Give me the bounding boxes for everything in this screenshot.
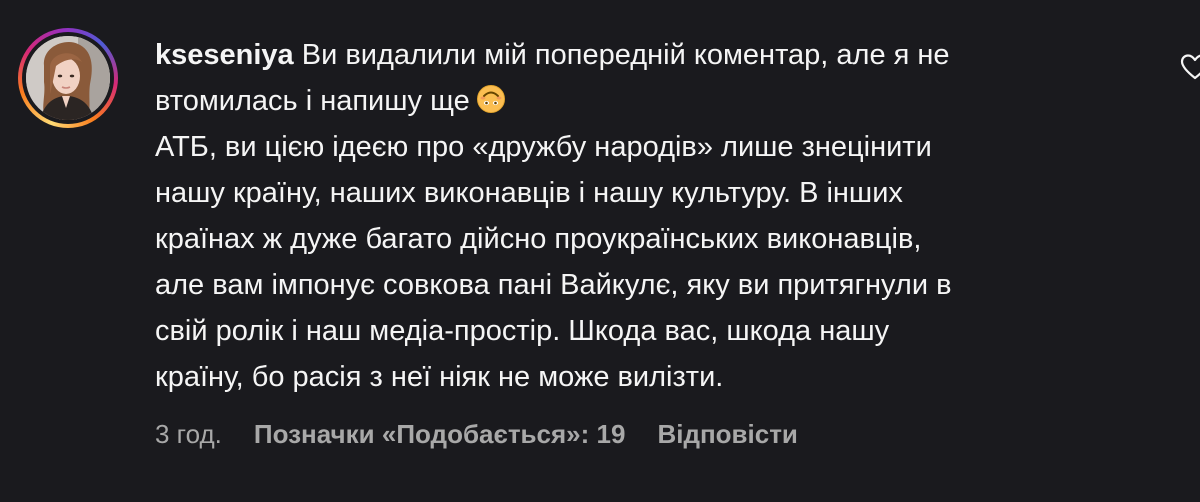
story-ring[interactable] <box>18 28 118 128</box>
avatar-gap <box>22 32 114 124</box>
likes-count-button[interactable]: Позначки «Подобається»: 19 <box>254 416 626 452</box>
comment: kseseniya Ви видалили мій попередній ком… <box>0 0 1200 502</box>
comment-line-1: Ви видалили мій попередній коментар, але… <box>301 39 950 71</box>
comment-timestamp[interactable]: 3 год. <box>155 416 222 452</box>
avatar[interactable] <box>26 36 110 120</box>
comment-meta: 3 год. Позначки «Подобається»: 19 Відпов… <box>155 416 798 452</box>
comment-content: kseseniya Ви видалили мій попередній ком… <box>155 32 1135 400</box>
reply-button[interactable]: Відповісти <box>657 416 797 452</box>
comment-body: АТБ, ви цією ідеєю про «дружбу народів» … <box>155 131 952 393</box>
avatar-photo <box>26 36 110 120</box>
heart-outline-icon[interactable] <box>1180 52 1200 82</box>
comment-text: kseseniya Ви видалили мій попередній ком… <box>155 32 1135 400</box>
username-link[interactable]: kseseniya <box>155 39 294 71</box>
upside-down-face-emoji-icon <box>476 82 506 113</box>
comment-line-2: втомилась і напишу ще <box>155 85 470 117</box>
